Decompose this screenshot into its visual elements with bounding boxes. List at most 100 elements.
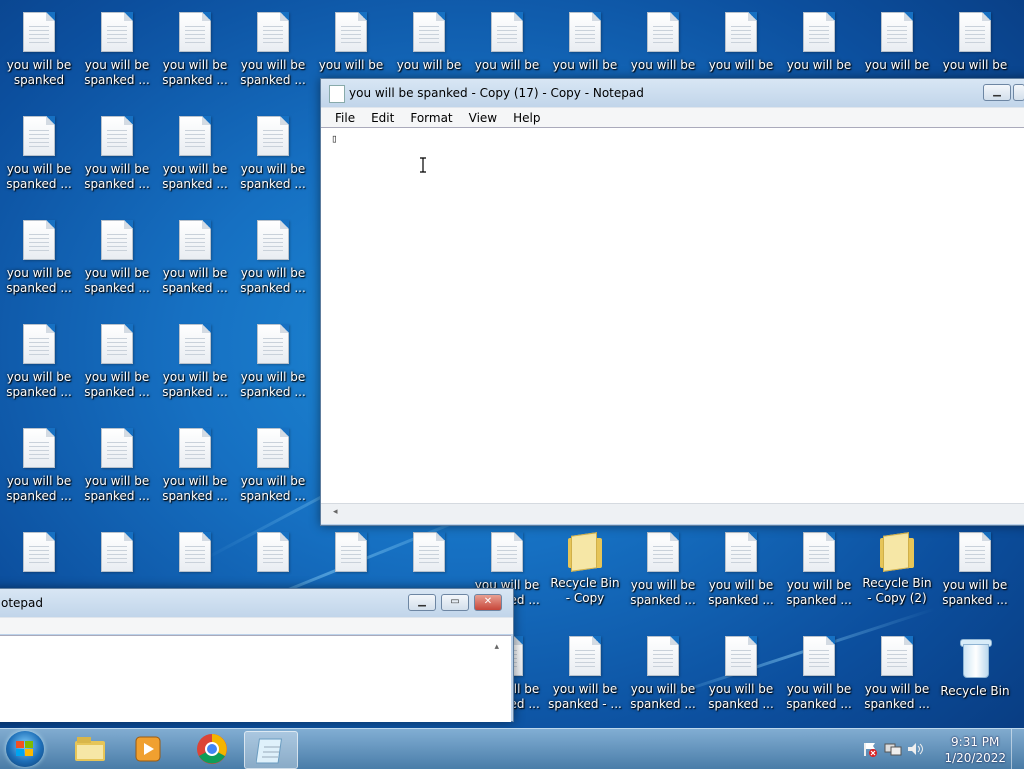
text-file-icon xyxy=(23,428,55,468)
windows-flag-icon xyxy=(16,741,34,757)
maximize-button[interactable] xyxy=(1013,84,1024,101)
text-file-icon xyxy=(803,636,835,676)
text-file-icon xyxy=(725,532,757,572)
text-file-icon xyxy=(23,116,55,156)
text-editor-area[interactable]: ▯ xyxy=(321,127,1024,504)
notepad-back-titlebar[interactable]: otepad ▁ ▭ ✕ xyxy=(0,589,513,617)
text-file-icon xyxy=(959,532,991,572)
text-cursor-icon xyxy=(420,157,426,173)
desktop-file-icon[interactable]: you will be spanked ... xyxy=(1,210,77,306)
text-file-icon xyxy=(725,12,757,52)
text-file-icon xyxy=(101,428,133,468)
recycle-bin-copy-2-icon[interactable]: Recycle Bin - Copy (2) xyxy=(859,522,935,618)
text-editor-area[interactable]: ▴ xyxy=(0,635,511,722)
minimize-button[interactable]: ▁ xyxy=(408,594,436,611)
editor-content: ▯ xyxy=(331,132,338,145)
text-file-icon xyxy=(101,12,133,52)
desktop-file-icon[interactable]: you will be spanked ... xyxy=(235,210,311,306)
desktop-file-icon[interactable]: you will be spanked ... xyxy=(703,626,779,722)
desktop-file-icon[interactable]: you will be spanked ... xyxy=(781,626,857,722)
desktop-file-icon[interactable]: you will be spanked ... xyxy=(625,522,701,618)
desktop-file-icon[interactable]: you will be spanked ... xyxy=(157,106,233,202)
text-file-icon xyxy=(491,532,523,572)
desktop-file-icon[interactable]: you will be spanked ... xyxy=(235,106,311,202)
window-title: otepad xyxy=(1,596,44,610)
recycle-bin-copy-icon[interactable]: Recycle Bin - Copy xyxy=(547,522,623,618)
media-player-icon xyxy=(135,736,161,762)
minimize-button[interactable]: ▁ xyxy=(983,84,1011,101)
action-center-flag-icon[interactable] xyxy=(862,741,878,757)
desktop-file-icon[interactable]: you will be spanked ... xyxy=(157,418,233,514)
text-file-icon xyxy=(23,220,55,260)
text-file-icon xyxy=(881,12,913,52)
taskbar: 9:31 PM 1/20/2022 xyxy=(0,728,1024,769)
text-file-icon xyxy=(335,12,367,52)
text-file-icon xyxy=(179,12,211,52)
scroll-left-arrow-icon[interactable]: ◂ xyxy=(333,507,338,517)
desktop-file-icon[interactable]: you will be spanked ... xyxy=(859,626,935,722)
desktop-file-icon[interactable]: you will be spanked ... xyxy=(1,106,77,202)
recycle-bin-icon[interactable]: Recycle Bin xyxy=(937,626,1013,722)
desktop-file-icon[interactable]: you will be spanked - ... xyxy=(547,626,623,722)
text-file-icon xyxy=(257,12,289,52)
clock[interactable]: 9:31 PM 1/20/2022 xyxy=(944,734,1006,766)
text-file-icon xyxy=(101,220,133,260)
notepad-window-back[interactable]: otepad ▁ ▭ ✕ ▴ xyxy=(0,588,514,722)
desktop-file-icon[interactable]: you will be spanked ... xyxy=(79,210,155,306)
show-desktop-button[interactable] xyxy=(1011,729,1024,769)
text-file-icon xyxy=(23,12,55,52)
text-file-icon xyxy=(959,12,991,52)
text-file-icon xyxy=(257,532,289,572)
desktop-file-icon[interactable]: you will be spanked xyxy=(1,2,77,98)
menu-help[interactable]: Help xyxy=(505,111,548,125)
chrome-taskbar-button[interactable] xyxy=(186,731,238,767)
notepad-taskbar-button[interactable] xyxy=(244,731,298,769)
menu-file[interactable]: File xyxy=(327,111,363,125)
desktop-file-icon[interactable]: you will be spanked ... xyxy=(235,314,311,410)
clock-date: 1/20/2022 xyxy=(944,751,1006,765)
text-file-icon xyxy=(725,636,757,676)
text-file-icon xyxy=(101,324,133,364)
notepad-window-main[interactable]: you will be spanked - Copy (17) - Copy -… xyxy=(320,78,1024,526)
desktop-file-icon[interactable]: you will be spanked ... xyxy=(235,2,311,98)
text-file-icon xyxy=(335,532,367,572)
text-file-icon xyxy=(647,532,679,572)
menu-format[interactable]: Format xyxy=(402,111,460,125)
clock-time: 9:31 PM xyxy=(951,735,1000,749)
text-file-icon xyxy=(257,220,289,260)
desktop-file-icon[interactable]: you will be spanked ... xyxy=(79,106,155,202)
explorer-taskbar-button[interactable] xyxy=(64,731,116,767)
desktop-file-icon[interactable]: you will be spanked ... xyxy=(79,2,155,98)
volume-icon[interactable] xyxy=(906,741,924,757)
text-file-icon xyxy=(569,12,601,52)
folder-icon xyxy=(880,532,914,572)
desktop-file-icon[interactable]: you will be spanked ... xyxy=(157,2,233,98)
horizontal-scrollbar[interactable]: ◂ xyxy=(321,503,1024,524)
notepad-titlebar[interactable]: you will be spanked - Copy (17) - Copy -… xyxy=(321,79,1024,107)
desktop-file-icon[interactable]: you will be spanked ... xyxy=(157,210,233,306)
text-file-icon xyxy=(179,116,211,156)
desktop-file-icon[interactable]: you will be spanked ... xyxy=(1,418,77,514)
close-button[interactable]: ✕ xyxy=(474,594,502,611)
desktop-file-icon[interactable]: you will be spanked ... xyxy=(625,626,701,722)
text-file-icon xyxy=(23,324,55,364)
desktop-file-icon[interactable]: you will be spanked ... xyxy=(235,418,311,514)
start-button[interactable] xyxy=(6,731,44,767)
maximize-button[interactable]: ▭ xyxy=(441,594,469,611)
notepad-app-icon xyxy=(329,85,345,103)
network-icon[interactable] xyxy=(884,741,902,757)
desktop-file-icon[interactable]: you will be spanked ... xyxy=(1,314,77,410)
desktop-file-icon[interactable]: you will be spanked ... xyxy=(703,522,779,618)
text-file-icon xyxy=(257,116,289,156)
text-file-icon xyxy=(257,324,289,364)
text-file-icon xyxy=(179,532,211,572)
menu-edit[interactable]: Edit xyxy=(363,111,402,125)
desktop-file-icon[interactable]: you will be spanked ... xyxy=(157,314,233,410)
desktop-file-icon[interactable]: you will be spanked ... xyxy=(937,522,1013,618)
media-player-taskbar-button[interactable] xyxy=(122,731,174,767)
menu-view[interactable]: View xyxy=(461,111,505,125)
desktop-file-icon[interactable]: you will be spanked ... xyxy=(781,522,857,618)
desktop-file-icon[interactable]: you will be spanked ... xyxy=(79,418,155,514)
desktop-file-icon[interactable]: you will be spanked ... xyxy=(79,314,155,410)
scroll-up-arrow-icon[interactable]: ▴ xyxy=(494,642,499,652)
